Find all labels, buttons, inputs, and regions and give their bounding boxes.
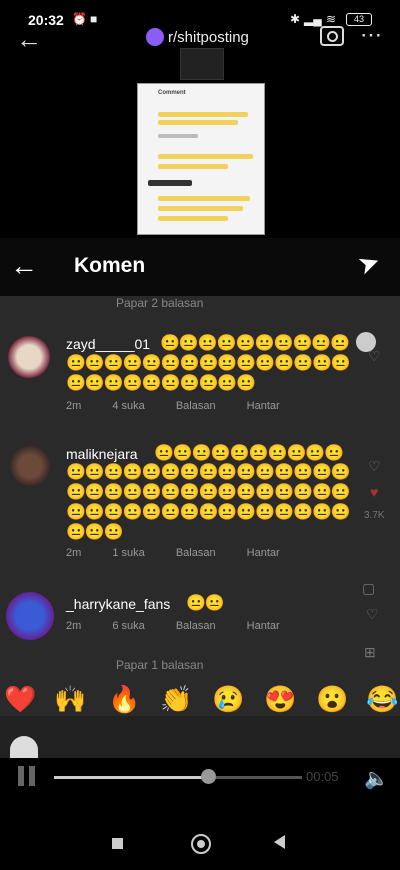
comments-back-icon: ← (10, 250, 38, 281)
preview-line (158, 196, 250, 201)
comment-time: 2m (66, 547, 82, 559)
preview-title: Comment (158, 90, 186, 96)
bluetooth-icon: ✱ (290, 12, 301, 26)
video-camera-icon: ■ (90, 12, 98, 26)
camera-icon[interactable] (320, 26, 344, 46)
video-duration: 00:05 (306, 769, 339, 784)
seek-bar-progress (54, 776, 208, 779)
reaction-laugh: 😂 (366, 684, 399, 714)
comment-emojis: 😐😐😐😐😐😐😐😐😐😐😐😐😐😐😐😐😐😐😐😐😐😐😐😐😐😐😐😐😐😐😐😐😐😐😐😐😐😐😐😐… (154, 445, 344, 462)
reaction-raised-hands: 🙌 (54, 684, 87, 714)
reaction-fire: 🔥 (108, 684, 141, 714)
comment-time: 2m (66, 400, 82, 412)
comment-likes: 6 suka (112, 620, 145, 632)
preview-line (158, 134, 198, 138)
comment-username: maliknejara (66, 446, 138, 462)
comment-emojis: 😐😐😐😐😐😐😐😐😐😐😐😐😐😐😐😐😐😐😐😐😐😐😐😐😐 (160, 335, 350, 352)
avatar (8, 336, 50, 378)
avatar (6, 592, 54, 640)
reaction-sad: 😢 (212, 684, 245, 714)
comment-emojis: 😐😐😐😐😐😐😐😐😐😐😐😐😐😐😐😐😐😐😐😐😐😐😐😐😐😐😐😐😐😐😐😐😐😐😐😐😐😐😐😐… (66, 464, 351, 541)
reaction-heart-eyes: 😍 (264, 684, 297, 714)
side-count: 3.7K (364, 510, 385, 521)
heart-icon: ♥ (370, 484, 379, 500)
preview-line (148, 180, 192, 186)
reaction-heart: ❤️ (4, 684, 37, 714)
avatar (10, 446, 50, 486)
subreddit-name[interactable]: r/shitposting (168, 29, 249, 46)
preview-line (158, 216, 228, 221)
video-player-controls (0, 758, 400, 800)
preview-line (158, 164, 228, 169)
signal-icon: ▂▄ (304, 12, 322, 26)
comment-meta: 2m 4 suka Balasan Hantar (66, 400, 308, 412)
comment-emojis: 😐😐 (186, 595, 225, 612)
comments-header (0, 238, 400, 296)
video-thumbnail-strip (180, 48, 224, 80)
comment-reply: Balasan (175, 620, 216, 632)
reaction-wow: 😮 (316, 684, 349, 714)
comment-meta: 2m 6 suka Balasan Hantar (66, 620, 308, 632)
preview-line (158, 154, 253, 159)
seek-handle[interactable] (200, 769, 216, 784)
comment-meta: 2m 1 suka Balasan Hantar (66, 547, 308, 559)
wifi-icon: ≋ (326, 12, 337, 26)
comment-likes: 4 suka (112, 400, 145, 412)
share-icon: ⊞ (364, 644, 376, 660)
comment-reply: Balasan (175, 400, 216, 412)
recent-apps-button[interactable] (112, 838, 123, 849)
screenshot-preview: Comment (137, 83, 265, 235)
replies-separator: Papar 2 balasan (116, 296, 204, 310)
preview-line (158, 120, 238, 125)
my-avatar (10, 736, 38, 758)
comment-reply: Balasan (175, 547, 216, 559)
back-arrow-icon[interactable]: ← (16, 24, 42, 55)
comment-username: zayd_____01 (66, 336, 151, 352)
home-button[interactable] (191, 834, 211, 854)
subreddit-avatar[interactable] (146, 28, 164, 46)
alarm-icon: ⏰ (72, 12, 87, 26)
pause-icon[interactable] (18, 766, 38, 788)
comment-send: Hantar (246, 547, 280, 559)
comment-likes: 1 suka (112, 547, 145, 559)
comment-send: Hantar (246, 400, 280, 412)
more-icon[interactable]: ⋯ (360, 22, 383, 48)
comment-emojis: 😐😐😐😐😐😐😐😐😐😐😐😐😐😐😐😐😐😐😐😐😐😐😐😐😐 (66, 355, 351, 392)
reaction-clap: 👏 (160, 684, 193, 714)
preview-line (158, 112, 248, 117)
heart-outline-icon: ♡ (368, 458, 381, 474)
volume-icon[interactable]: 🔈 (364, 766, 389, 791)
replies-separator: Papar 1 balasan (116, 658, 204, 672)
heart-outline-icon: ♡ (368, 348, 381, 364)
back-button[interactable] (274, 835, 285, 849)
heart-outline-icon: ♡ (366, 606, 379, 622)
comment-send: Hantar (246, 620, 280, 632)
comment-username: _harrykane_fans (66, 596, 171, 612)
comment-time: 2m (66, 620, 82, 632)
preview-line (158, 206, 243, 211)
comment-icon: ▢ (362, 580, 376, 596)
comment-input-bar (0, 716, 400, 758)
comments-title: Komen (74, 254, 146, 277)
